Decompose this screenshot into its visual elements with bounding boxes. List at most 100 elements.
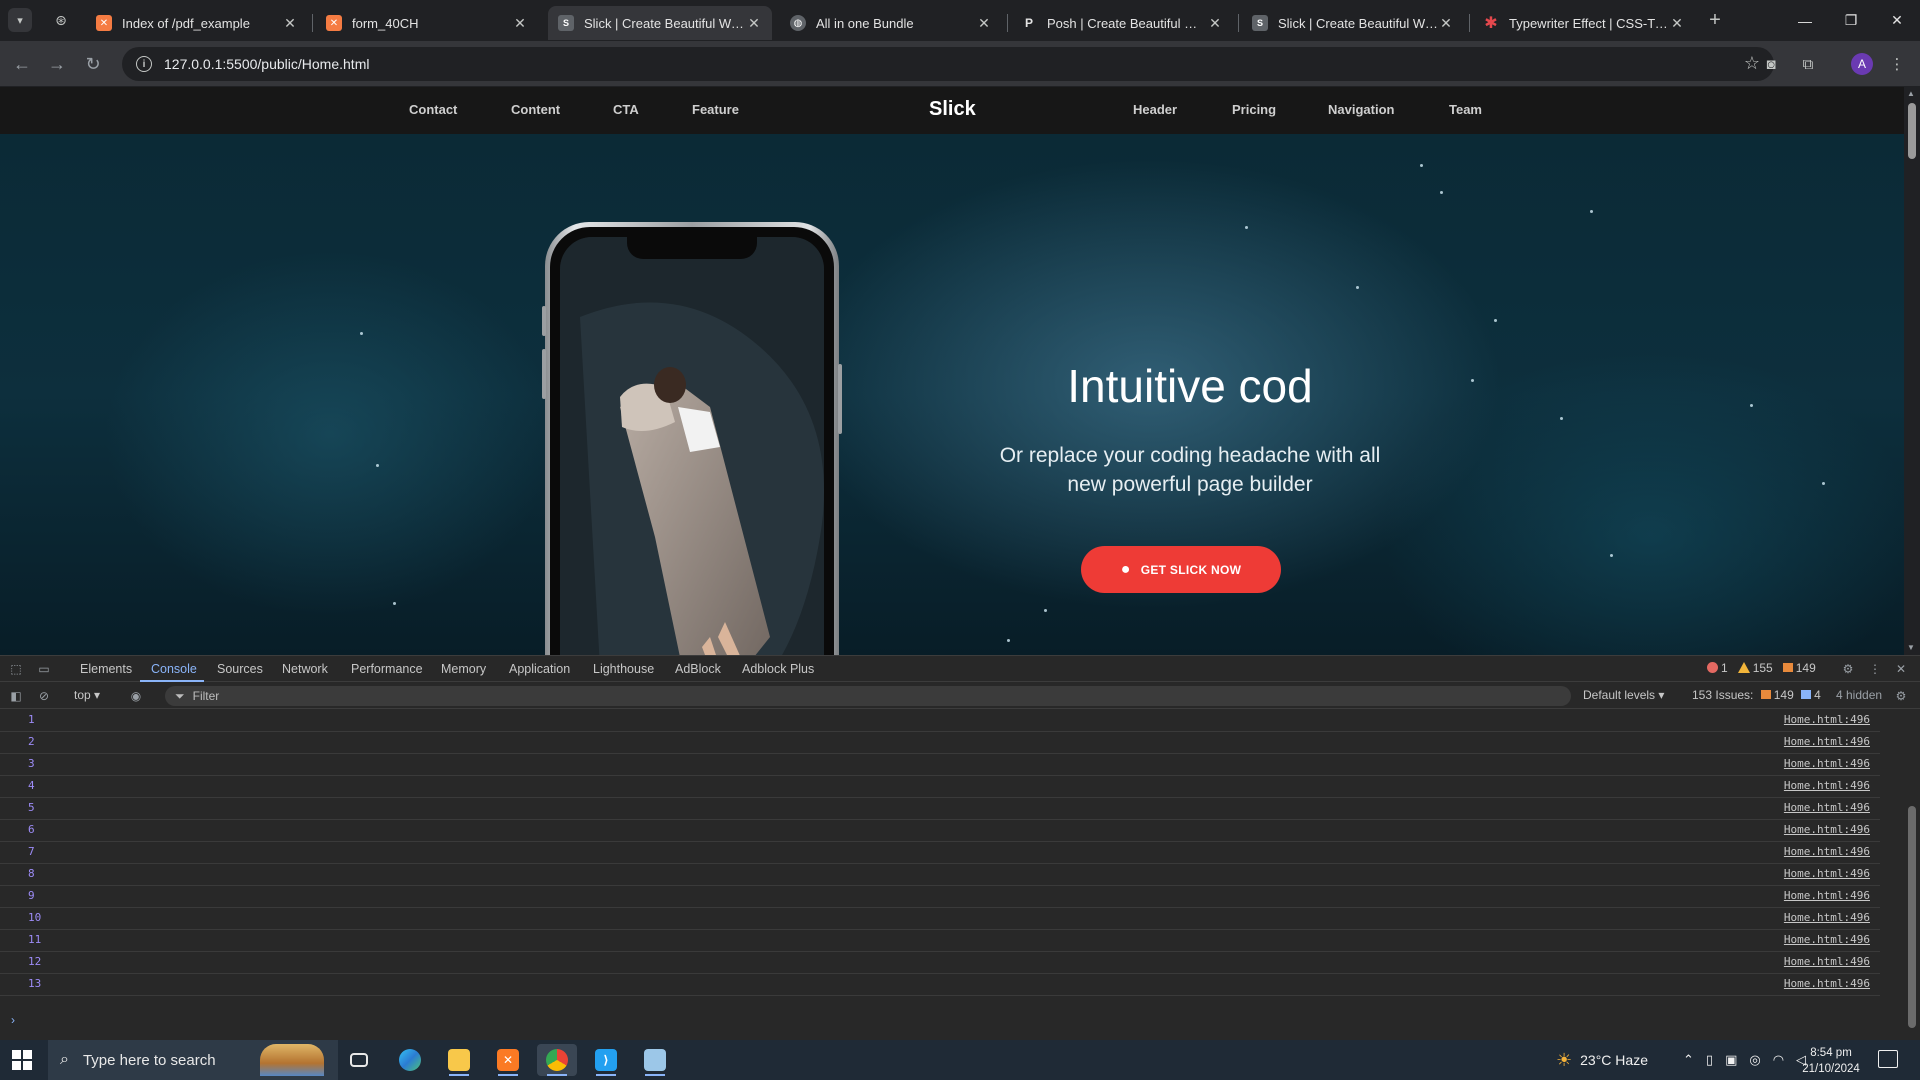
file-explorer-icon[interactable]	[439, 1044, 479, 1076]
notepad-icon[interactable]	[635, 1044, 675, 1076]
nav-link-contact[interactable]: Contact	[409, 102, 457, 117]
scroll-down-icon[interactable]: ▼	[1907, 643, 1915, 652]
devtools-counters[interactable]: 1 155 149	[1707, 661, 1816, 675]
page-scrollbar[interactable]: ▲ ▼	[1904, 87, 1920, 655]
chrome-icon[interactable]	[537, 1044, 577, 1076]
device-toolbar-icon[interactable]: ▭	[36, 661, 52, 677]
tab-all-in-one-bundle[interactable]: ◍ All in one Bundle ✕	[780, 6, 1002, 40]
devtools-tab-lighthouse[interactable]: Lighthouse	[593, 662, 654, 676]
camera-tray-icon[interactable]: ◎	[1749, 1052, 1760, 1068]
log-source-link[interactable]: Home.html:496	[1784, 911, 1870, 924]
task-view-icon[interactable]	[339, 1044, 379, 1076]
tab-form-40ch[interactable]: ✕ form_40CH ✕	[316, 6, 538, 40]
devtools-tab-console[interactable]: Console	[151, 662, 197, 676]
inspect-element-icon[interactable]: ⬚	[8, 661, 24, 677]
edge-icon[interactable]	[390, 1044, 430, 1076]
tab-search-button[interactable]: ▾	[8, 8, 32, 32]
clear-console-icon[interactable]: ⊘	[36, 688, 52, 704]
devtools-more-icon[interactable]: ⋮	[1867, 661, 1883, 677]
vscode-icon[interactable]: ⟩	[586, 1044, 626, 1076]
devtools-tab-memory[interactable]: Memory	[441, 662, 486, 676]
restore-icon[interactable]: ❐	[1828, 0, 1874, 41]
nav-link-content[interactable]: Content	[511, 102, 560, 117]
devtools-tab-sources[interactable]: Sources	[217, 662, 263, 676]
usb-icon[interactable]: ▯	[1706, 1052, 1713, 1068]
log-source-link[interactable]: Home.html:496	[1784, 713, 1870, 726]
close-tab-icon[interactable]: ✕	[512, 15, 528, 32]
tab-posh[interactable]: P Posh | Create Beautiful Website ✕	[1011, 6, 1233, 40]
log-source-link[interactable]: Home.html:496	[1784, 867, 1870, 880]
log-source-link[interactable]: Home.html:496	[1784, 779, 1870, 792]
error-count[interactable]: 1	[1707, 661, 1728, 675]
nav-link-pricing[interactable]: Pricing	[1232, 102, 1276, 117]
console-sidebar-icon[interactable]: ◧	[8, 688, 24, 704]
site-logo[interactable]: Slick	[929, 98, 976, 121]
camera-icon[interactable]: ◙	[1760, 53, 1782, 75]
weather-widget[interactable]: ☀ 23°C Haze	[1556, 1040, 1648, 1080]
console-scrollbar-thumb[interactable]	[1908, 806, 1916, 1028]
profile-avatar[interactable]: A	[1851, 53, 1873, 75]
tab-slick-active[interactable]: S Slick | Create Beautiful Website ✕	[548, 6, 772, 40]
close-tab-icon[interactable]: ✕	[1669, 15, 1685, 32]
log-source-link[interactable]: Home.html:496	[1784, 933, 1870, 946]
tray-chevron-up-icon[interactable]: ⌃	[1683, 1052, 1694, 1068]
new-tab-button[interactable]: +	[1703, 9, 1727, 33]
close-tab-icon[interactable]: ✕	[1207, 15, 1223, 32]
scroll-up-icon[interactable]: ▲	[1907, 89, 1915, 98]
close-tab-icon[interactable]: ✕	[282, 15, 298, 32]
tab-index-pdf-example[interactable]: ✕ Index of /pdf_example ✕	[86, 6, 308, 40]
console-settings-icon[interactable]: ⚙	[1893, 688, 1909, 704]
taskbar-search-box[interactable]: ⌕ Type here to search	[48, 1040, 338, 1080]
close-tab-icon[interactable]: ✕	[1438, 15, 1454, 32]
log-source-link[interactable]: Home.html:496	[1784, 757, 1870, 770]
devtools-tab-application[interactable]: Application	[509, 662, 570, 676]
extensions-puzzle-icon[interactable]: ⧉	[1797, 53, 1819, 75]
windows-start-icon[interactable]	[12, 1050, 32, 1070]
address-bar[interactable]: i 127.0.0.1:5500/public/Home.html ☆	[122, 47, 1774, 81]
log-source-link[interactable]: Home.html:496	[1784, 889, 1870, 902]
log-source-link[interactable]: Home.html:496	[1784, 977, 1870, 990]
log-source-link[interactable]: Home.html:496	[1784, 823, 1870, 836]
console-filter-input[interactable]: ⏷ Filter	[165, 686, 1571, 706]
tab-slick[interactable]: S Slick | Create Beautiful Website ✕	[1242, 6, 1464, 40]
taskbar-clock[interactable]: 8:54 pm 21/10/2024	[1793, 1045, 1869, 1077]
close-tab-icon[interactable]: ✕	[746, 15, 762, 32]
nav-link-team[interactable]: Team	[1449, 102, 1482, 117]
live-expression-eye-icon[interactable]: ◉	[128, 688, 144, 704]
xampp-taskbar-icon[interactable]: ✕	[488, 1044, 528, 1076]
nav-link-cta[interactable]: CTA	[613, 102, 639, 117]
bookmark-star-icon[interactable]: ☆	[1744, 53, 1760, 74]
nav-link-navigation[interactable]: Navigation	[1328, 102, 1394, 117]
console-prompt-chevron-icon[interactable]: ›	[11, 1013, 15, 1027]
get-slick-now-button[interactable]: ● GET SLICK NOW	[1081, 546, 1281, 593]
tab-group-icon[interactable]: ⊛	[52, 11, 70, 29]
page-scrollbar-thumb[interactable]	[1908, 103, 1916, 159]
settings-gear-icon[interactable]: ⚙	[1840, 661, 1856, 677]
devtools-tab-adblock-plus[interactable]: Adblock Plus	[742, 662, 814, 676]
nav-link-header[interactable]: Header	[1133, 102, 1177, 117]
tray-app-icon[interactable]: ▣	[1725, 1052, 1737, 1068]
warning-count[interactable]: 155	[1737, 661, 1773, 675]
context-select[interactable]: top ▾	[74, 688, 100, 702]
reload-icon[interactable]: ↻	[80, 51, 106, 77]
issues-counter[interactable]: 153 Issues: 149 4	[1692, 688, 1821, 702]
close-window-icon[interactable]: ✕	[1874, 0, 1920, 41]
back-arrow-icon[interactable]: ←	[9, 51, 35, 77]
info-count[interactable]: 149	[1782, 661, 1816, 675]
devtools-tab-adblock[interactable]: AdBlock	[675, 662, 721, 676]
nav-link-feature[interactable]: Feature	[692, 102, 739, 117]
console-scrollbar[interactable]	[1904, 710, 1920, 1040]
notification-center-icon[interactable]	[1878, 1050, 1898, 1068]
devtools-tab-elements[interactable]: Elements	[80, 662, 132, 676]
site-info-icon[interactable]: i	[136, 56, 152, 72]
address-url[interactable]: 127.0.0.1:5500/public/Home.html	[164, 56, 369, 72]
kebab-menu-icon[interactable]: ⋮	[1886, 53, 1908, 75]
minimize-icon[interactable]: —	[1782, 0, 1828, 41]
log-source-link[interactable]: Home.html:496	[1784, 801, 1870, 814]
forward-arrow-icon[interactable]: →	[44, 51, 70, 77]
network-wifi-icon[interactable]: ◠	[1773, 1052, 1784, 1068]
close-tab-icon[interactable]: ✕	[976, 15, 992, 32]
log-source-link[interactable]: Home.html:496	[1784, 735, 1870, 748]
log-levels-dropdown[interactable]: Default levels ▾	[1583, 688, 1664, 702]
devtools-close-icon[interactable]: ✕	[1893, 661, 1909, 677]
